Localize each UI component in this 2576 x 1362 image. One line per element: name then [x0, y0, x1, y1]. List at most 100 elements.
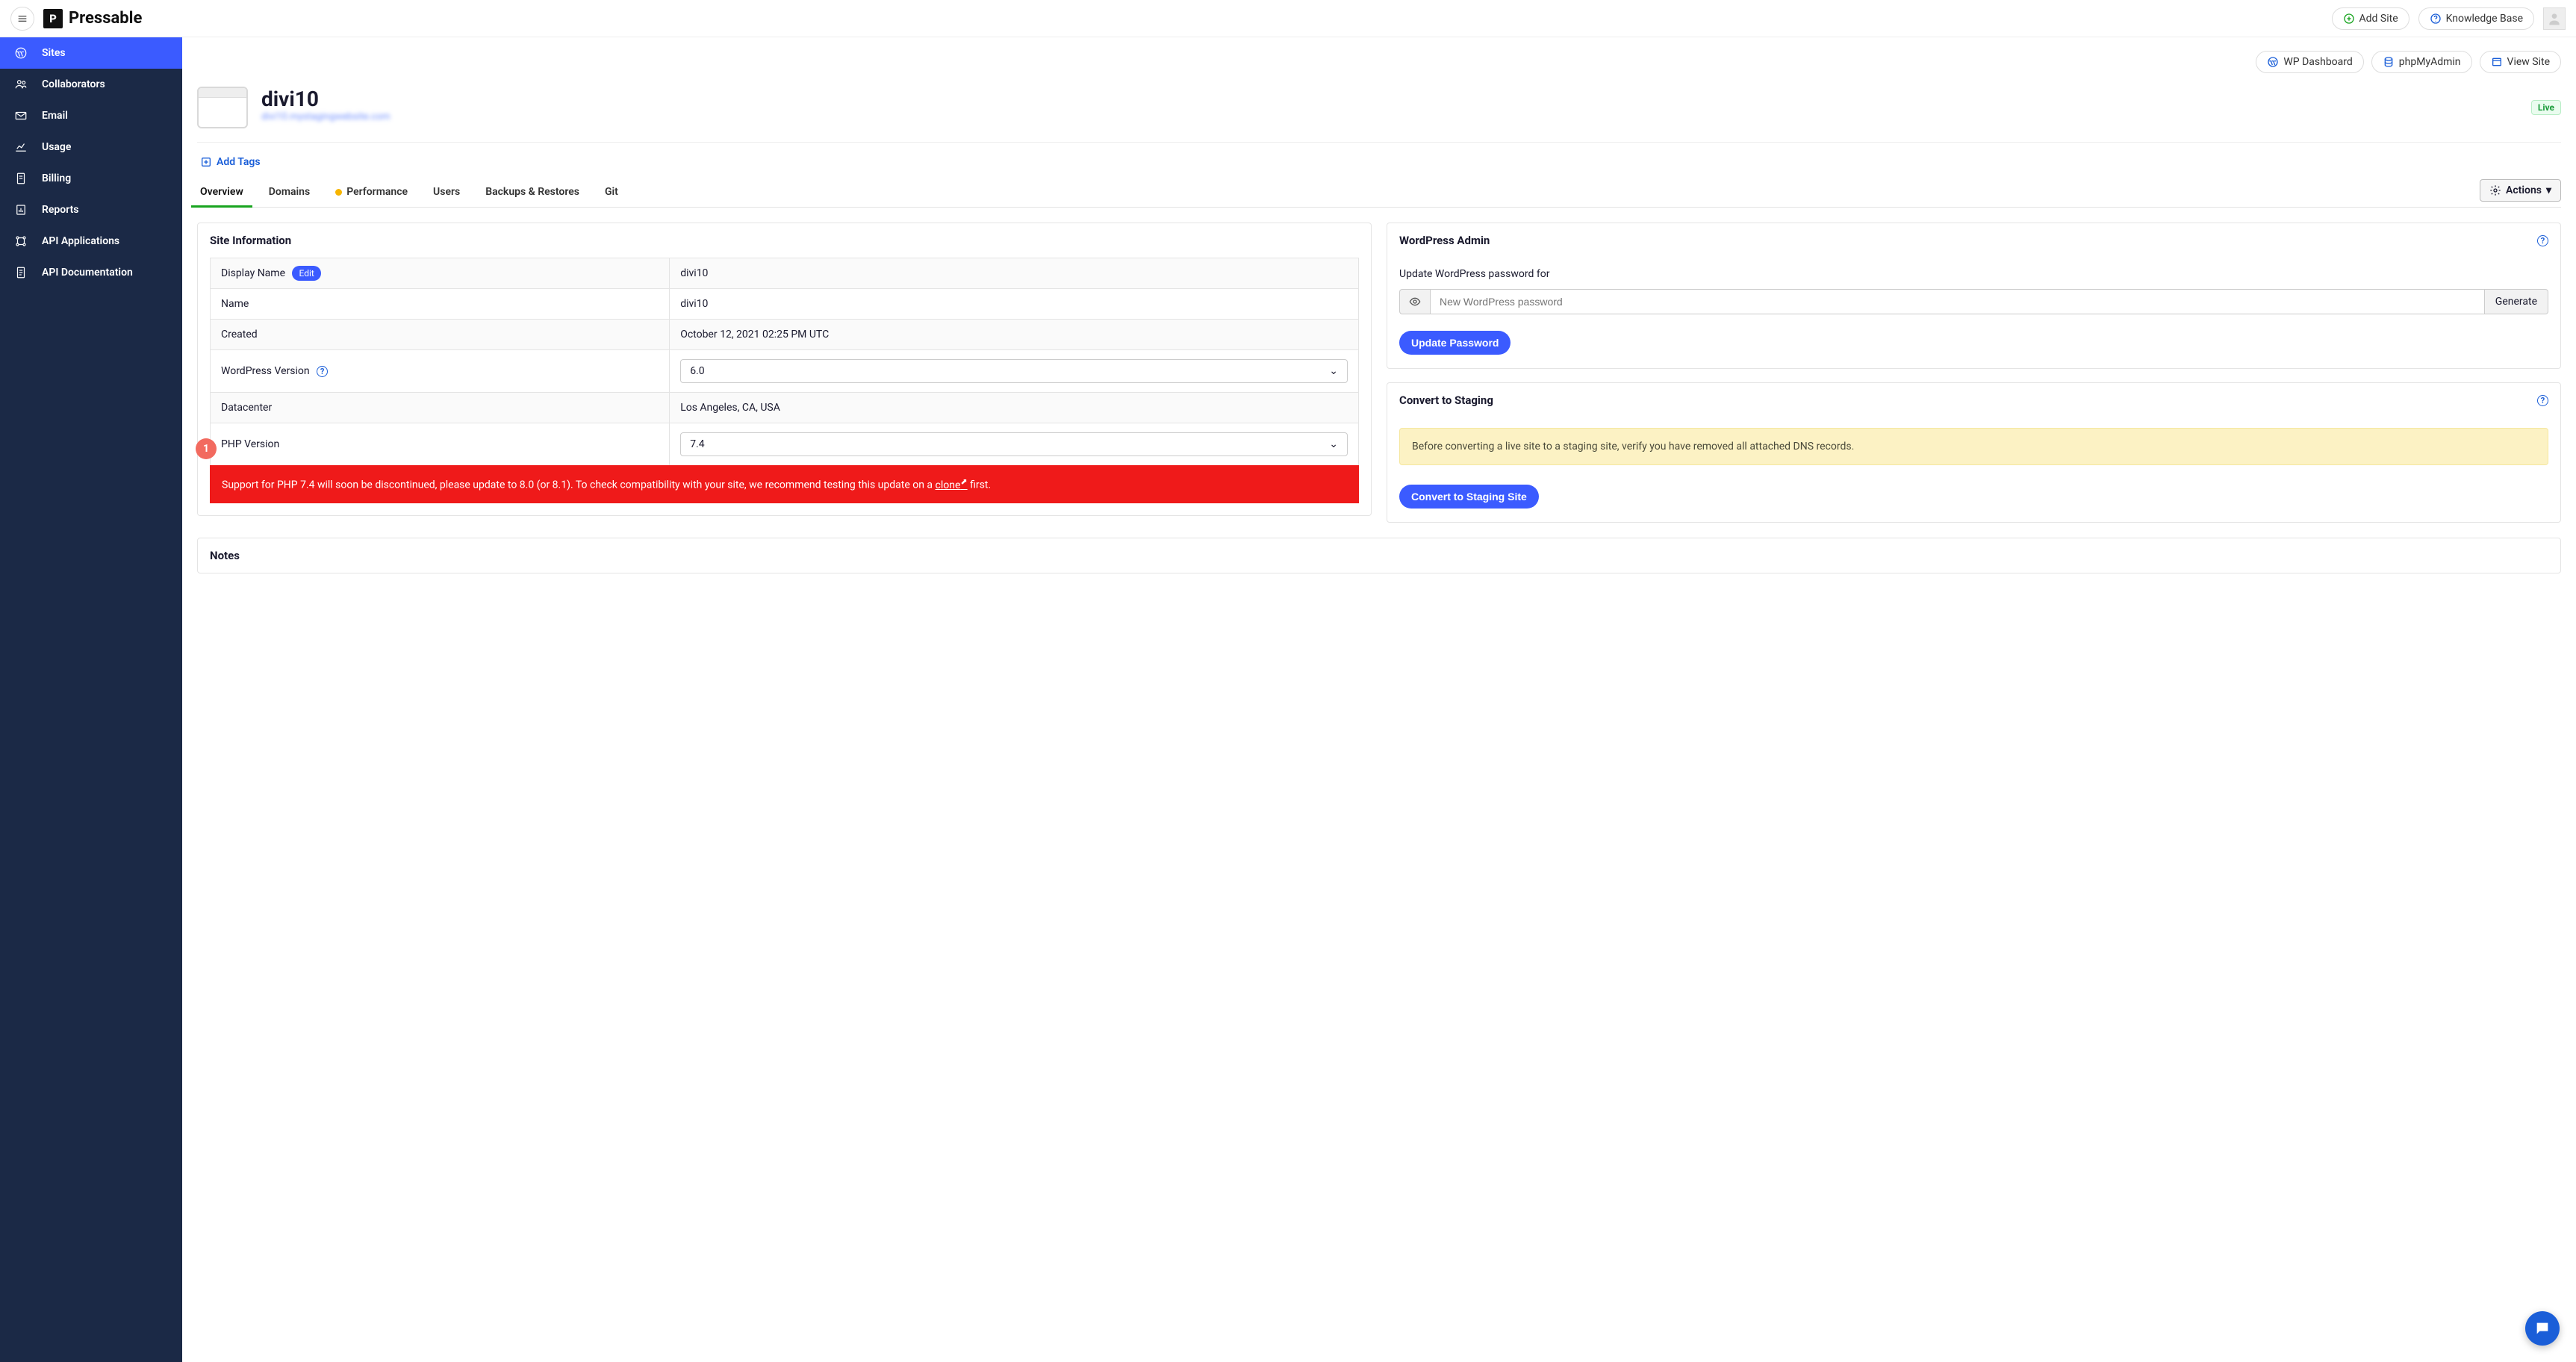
api-icon	[13, 234, 28, 249]
name-value: divi10	[670, 289, 1359, 320]
help-icon[interactable]: ?	[2537, 235, 2548, 246]
staging-warning: Before converting a live site to a stagi…	[1399, 428, 2548, 465]
chart-line-icon	[13, 140, 28, 155]
tab-label: Performance	[346, 186, 408, 198]
chevron-down-icon: ⌄	[1329, 438, 1338, 450]
wordpress-icon	[13, 46, 28, 60]
table-row: Display Name Edit divi10	[211, 258, 1359, 289]
add-site-label: Add Site	[2359, 13, 2398, 25]
sidebar-item-sites[interactable]: Sites	[0, 37, 182, 69]
sidebar-item-label: Email	[42, 110, 68, 122]
external-link-icon: ⬈	[960, 476, 967, 486]
php-version-label: PHP Version	[221, 438, 279, 450]
brand[interactable]: P Pressable	[43, 9, 142, 28]
tab-backups[interactable]: Backups & Restores	[482, 178, 582, 207]
phpmyadmin-button[interactable]: phpMyAdmin	[2371, 51, 2472, 73]
table-row: WordPress Version ? 6.0 ⌄	[211, 350, 1359, 393]
alert-text-post: first.	[968, 479, 991, 491]
view-site-label: View Site	[2507, 56, 2550, 68]
update-password-button[interactable]: Update Password	[1399, 331, 1511, 355]
chat-icon	[2534, 1320, 2551, 1337]
sidebar-item-usage[interactable]: Usage	[0, 131, 182, 163]
tab-overview[interactable]: Overview	[197, 178, 246, 207]
warning-dot-icon	[335, 189, 342, 196]
brand-logo-icon: P	[43, 9, 63, 28]
sidebar-item-billing[interactable]: Billing	[0, 163, 182, 194]
actions-label: Actions	[2506, 184, 2542, 196]
tab-performance[interactable]: Performance	[332, 178, 411, 207]
created-label: Created	[211, 320, 670, 350]
tab-users[interactable]: Users	[430, 178, 463, 207]
phpmyadmin-label: phpMyAdmin	[2399, 56, 2461, 68]
sidebar-item-email[interactable]: Email	[0, 100, 182, 131]
convert-staging-button[interactable]: Convert to Staging Site	[1399, 485, 1539, 509]
add-tags-label: Add Tags	[217, 156, 261, 168]
site-title: divi10	[261, 87, 391, 111]
site-info-heading: Site Information	[198, 223, 1371, 258]
document-icon	[13, 265, 28, 280]
clone-link[interactable]: clone⬈	[936, 479, 968, 491]
view-site-button[interactable]: View Site	[2480, 51, 2561, 73]
sidebar-item-label: Collaborators	[42, 78, 105, 90]
php-version-value: 7.4	[690, 438, 704, 450]
table-row: Datacenter Los Angeles, CA, USA	[211, 393, 1359, 423]
knowledge-base-button[interactable]: Knowledge Base	[2418, 7, 2534, 30]
add-site-button[interactable]: Add Site	[2332, 7, 2409, 30]
wordpress-icon	[2267, 56, 2279, 68]
display-name-value: divi10	[670, 258, 1359, 289]
status-badge: Live	[2531, 100, 2561, 115]
wp-version-select[interactable]: 6.0 ⌄	[680, 359, 1348, 383]
sidebar-item-api-applications[interactable]: API Applications	[0, 226, 182, 257]
actions-dropdown-button[interactable]: Actions ▾	[2480, 179, 2561, 202]
site-url[interactable]: divi10.mystagingwebsite.com	[261, 111, 391, 122]
staging-heading: Convert to Staging	[1399, 394, 1493, 407]
user-avatar[interactable]	[2543, 7, 2566, 30]
tab-domains[interactable]: Domains	[266, 178, 313, 207]
table-row: Created October 12, 2021 02:25 PM UTC	[211, 320, 1359, 350]
php-deprecation-alert: Support for PHP 7.4 will soon be discont…	[210, 465, 1359, 503]
sidebar-item-label: Billing	[42, 172, 71, 184]
table-row: Name divi10	[211, 289, 1359, 320]
brand-name: Pressable	[69, 9, 142, 28]
wp-admin-subtext: Update WordPress password for	[1399, 268, 2548, 280]
edit-display-name-button[interactable]: Edit	[292, 266, 320, 281]
plus-circle-icon	[2343, 13, 2355, 25]
knowledge-base-label: Knowledge Base	[2446, 13, 2523, 25]
wp-dashboard-label: WP Dashboard	[2283, 56, 2352, 68]
tab-git[interactable]: Git	[602, 178, 621, 207]
display-name-label: Display Name	[221, 267, 285, 279]
eye-icon	[1409, 296, 1421, 308]
wp-password-input[interactable]	[1430, 289, 2485, 314]
bar-chart-icon	[13, 202, 28, 217]
gear-icon	[2489, 184, 2501, 196]
receipt-icon	[13, 171, 28, 186]
datacenter-value: Los Angeles, CA, USA	[670, 393, 1359, 423]
sidebar-item-label: API Applications	[42, 235, 119, 247]
site-thumbnail	[197, 87, 248, 128]
wp-dashboard-button[interactable]: WP Dashboard	[2256, 51, 2363, 73]
sidebar-item-reports[interactable]: Reports	[0, 194, 182, 226]
sidebar-item-api-docs[interactable]: API Documentation	[0, 257, 182, 288]
menu-toggle-button[interactable]	[10, 7, 34, 31]
sidebar: Sites Collaborators Email Usage Billing …	[0, 37, 182, 1362]
php-version-select[interactable]: 7.4 ⌄	[680, 432, 1348, 456]
intercom-chat-button[interactable]	[2525, 1311, 2560, 1346]
help-icon[interactable]: ?	[317, 366, 328, 377]
help-icon[interactable]: ?	[2537, 395, 2548, 406]
chevron-down-icon: ▾	[2546, 184, 2551, 196]
datacenter-label: Datacenter	[211, 393, 670, 423]
database-icon	[2383, 56, 2395, 68]
sidebar-item-label: Reports	[42, 204, 79, 216]
annotation-marker: 1	[196, 438, 217, 459]
add-tags-button[interactable]: Add Tags	[200, 156, 2561, 168]
help-circle-icon	[2430, 13, 2442, 25]
sidebar-item-label: Sites	[42, 47, 66, 59]
created-value: October 12, 2021 02:25 PM UTC	[670, 320, 1359, 350]
toggle-password-visibility[interactable]	[1399, 289, 1430, 314]
sidebar-item-collaborators[interactable]: Collaborators	[0, 69, 182, 100]
generate-password-button[interactable]: Generate	[2485, 289, 2548, 314]
chevron-down-icon: ⌄	[1329, 365, 1338, 377]
notes-heading: Notes	[198, 538, 2560, 573]
wp-version-value: 6.0	[690, 365, 704, 377]
alert-text-pre: Support for PHP 7.4 will soon be discont…	[222, 479, 936, 491]
